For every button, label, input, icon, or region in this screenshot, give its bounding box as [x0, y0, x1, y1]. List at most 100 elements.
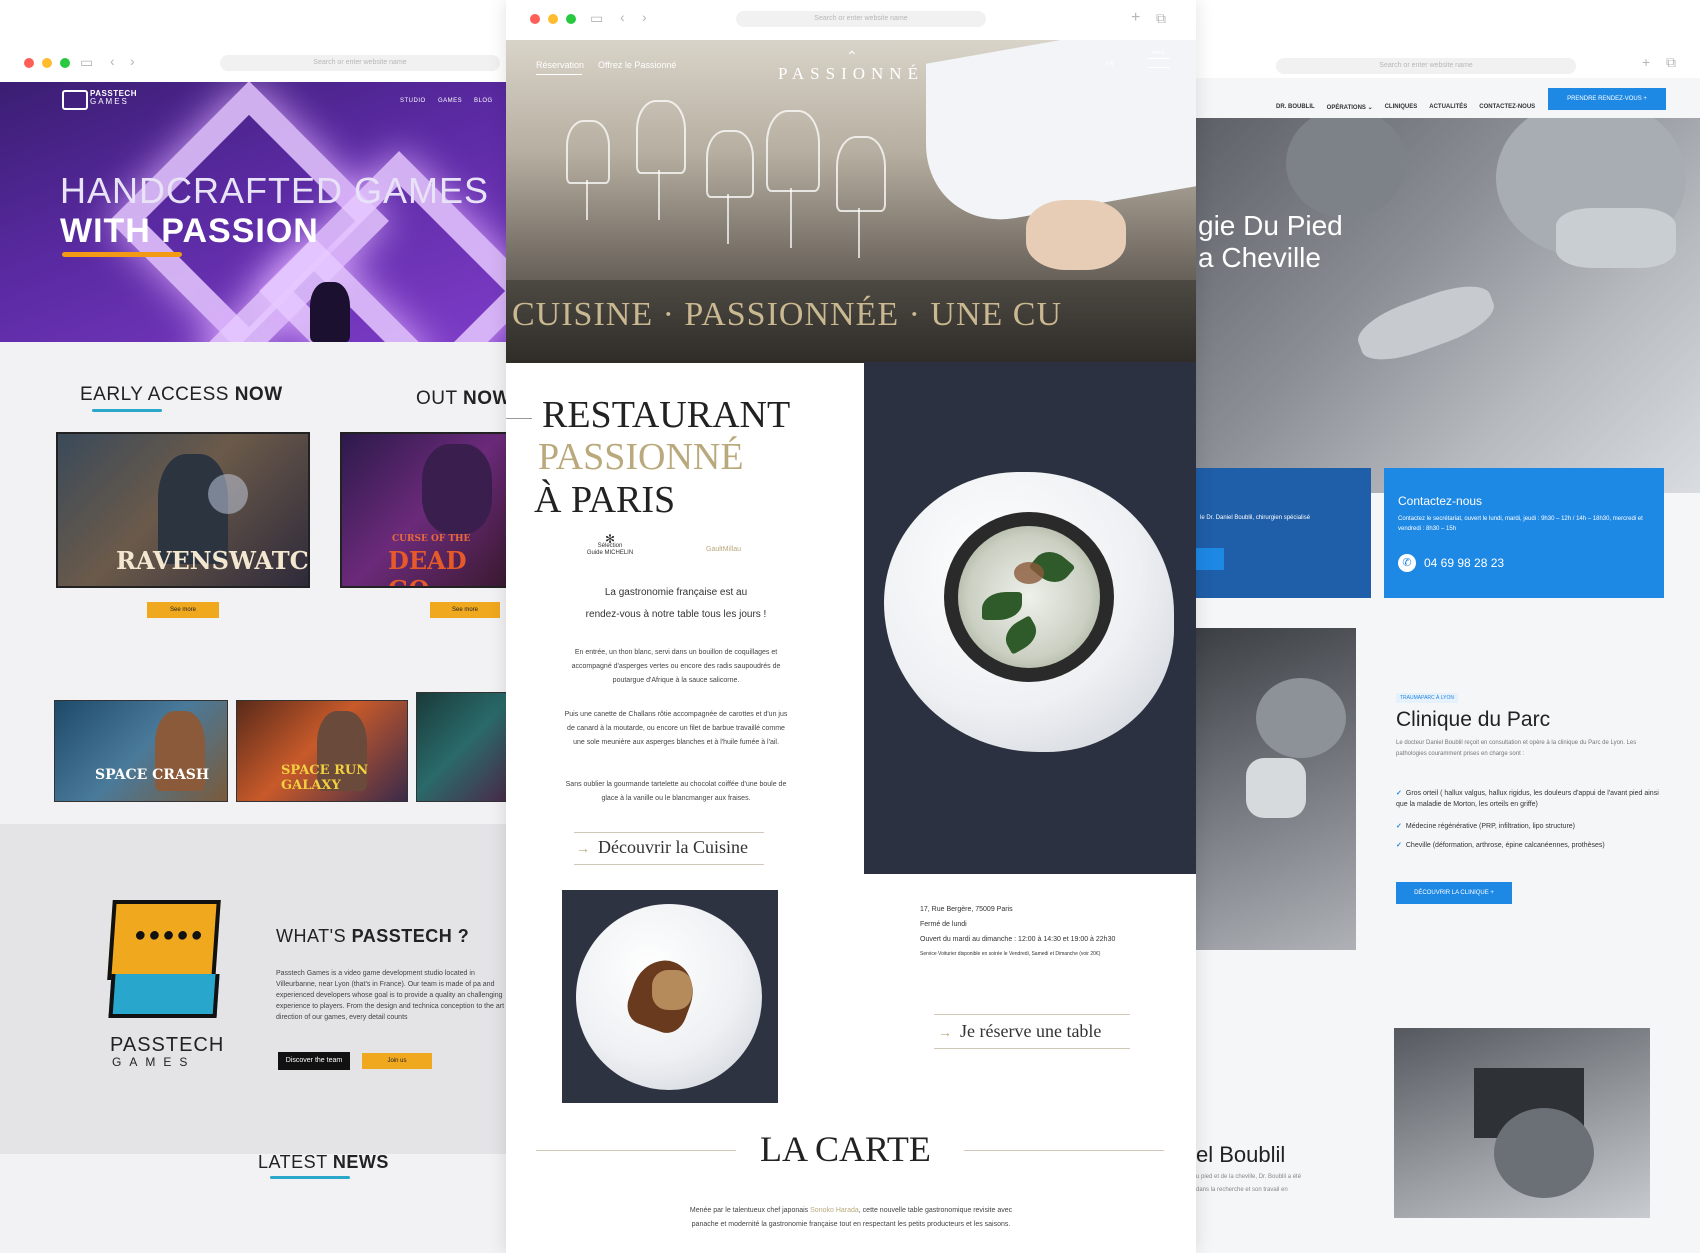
back-icon-center[interactable]: ‹: [620, 9, 625, 25]
nav-reservation[interactable]: Réservation: [536, 60, 584, 70]
maximize-window-button-center[interactable]: [566, 14, 576, 24]
hero-scrolling-text: CUISINE · PASSIONNÉE · UNE CU: [512, 296, 1063, 333]
bullet-1: ✓ Gros orteil ( hallux valgus, hallux rig…: [1396, 790, 1659, 808]
address-bar-right[interactable]: Search or enter website name: [1276, 58, 1576, 74]
nav-contact[interactable]: CONTACTEZ-NOUS: [1479, 104, 1535, 111]
nav-cliniques[interactable]: CLINIQUES: [1385, 104, 1418, 111]
contact-hours: Contactez le secrétariat, ouvert le lund…: [1398, 516, 1643, 532]
bullet-3: ✓ Cheville (déformation, arthrose, épine …: [1396, 842, 1605, 849]
hamburger-menu-icon[interactable]: [1148, 58, 1170, 68]
new-tab-icon-center[interactable]: +: [1131, 9, 1140, 27]
clinic-description: Le docteur Daniel Boublil reçoit en cons…: [1396, 740, 1637, 757]
brand-name[interactable]: PASSTECH GAMES: [90, 90, 137, 106]
language-switch[interactable]: FR: [1106, 62, 1114, 68]
title-passionne: PASSIONNÉ: [538, 436, 744, 478]
chef-name[interactable]: Sonoko Harada: [810, 1207, 859, 1214]
discover-team-button[interactable]: Discover the team: [278, 1052, 350, 1070]
title-restaurant: RESTAURANT: [542, 394, 791, 436]
hero-title-line2-right: a Cheville: [1198, 242, 1321, 273]
gault-millau-badge: GaultMillau: [706, 546, 742, 553]
discover-clinic-button[interactable]: DÉCOUVRIR LA CLINIQUE +: [1396, 882, 1512, 904]
address-bar-center[interactable]: Search or enter website name: [736, 11, 986, 27]
sidebar-icon-center[interactable]: ▭: [590, 10, 603, 27]
forward-icon[interactable]: ›: [130, 53, 135, 69]
maximize-window-button[interactable]: [60, 58, 70, 68]
title-paris: À PARIS: [534, 479, 676, 521]
doctor-title: el Boublil: [1196, 1142, 1286, 1167]
logo-blue-half: [108, 974, 220, 1018]
dish-photo-2: [562, 890, 778, 1103]
close-window-button[interactable]: [24, 58, 34, 68]
nav-studio[interactable]: STUDIO: [400, 98, 426, 104]
game-card-ravenswatch[interactable]: RAVENSWATCH: [56, 432, 310, 588]
nav-underline: [536, 74, 582, 75]
minimize-window-button-center[interactable]: [548, 14, 558, 24]
book-appointment-button[interactable]: PRENDRE RENDEZ-VOUS +: [1548, 88, 1666, 110]
new-tab-icon[interactable]: +: [1642, 54, 1650, 70]
tabs-icon[interactable]: ⧉: [1666, 54, 1676, 71]
restaurant-window: ▭ ‹ › Search or enter website name + ⧉ R…: [506, 0, 1196, 1253]
menu-label[interactable]: Menu: [1152, 50, 1165, 56]
cta-rule-bottom: [574, 864, 764, 865]
games-wordmark: GAMES: [112, 1055, 196, 1069]
passtech-window: ▭ ‹ › Search or enter website name PASST…: [0, 42, 507, 1253]
surgeon-photo: [1196, 628, 1356, 950]
carte-rule-right: [964, 1150, 1164, 1151]
discover-cuisine-link[interactable]: Découvrir la Cuisine: [598, 837, 748, 858]
dead-gods-logo: DEAD GO: [388, 546, 467, 586]
title-rule: [506, 418, 532, 419]
contact-box: Contactez-nous Contactez le secrétariat,…: [1384, 468, 1664, 598]
character-silhouette: [310, 282, 350, 342]
game-thumb-space-crash[interactable]: SPACE CRASH: [54, 700, 228, 802]
nav-actualites[interactable]: ACTUALITÉS: [1429, 104, 1467, 111]
clinic-window: Search or enter website name + ⧉ DR. BOU…: [1196, 38, 1700, 1253]
about-title: WHAT'S PASSTECH ?: [276, 926, 470, 946]
see-more-button-2[interactable]: See more: [430, 602, 500, 618]
forward-icon-center[interactable]: ›: [642, 9, 647, 25]
see-more-button[interactable]: See more: [147, 602, 219, 618]
clinic-tag: TRAUMAPARC À LYON: [1396, 693, 1458, 703]
nav-gift[interactable]: Offrez le Passionné: [598, 60, 676, 70]
nav-operations[interactable]: OPÉRATIONS ⌄: [1327, 104, 1373, 111]
intro-box-button[interactable]: [1196, 548, 1224, 570]
tabs-icon-center[interactable]: ⧉: [1156, 10, 1166, 27]
surgery-photo: [1394, 1028, 1650, 1218]
reserve-rule-bottom: [934, 1048, 1130, 1049]
dish-photo-1: [864, 362, 1196, 874]
closed-days: Fermé de lundi: [920, 921, 967, 928]
nav-blog[interactable]: BLOG: [474, 98, 493, 104]
valet-service: Service Voiturier disponible en soirée l…: [920, 951, 1101, 957]
menu-paragraph-1: En entrée, un thon blanc, servi dans un …: [571, 649, 781, 684]
passtech-logo-icon-large: ●●●●●: [107, 900, 221, 980]
michelin-badge: ✻ Sélection Guide MICHELIN: [580, 533, 640, 557]
out-now-title: OUT NOW: [416, 388, 507, 409]
intro-text: La gastronomie française est au rendez-vo…: [585, 587, 767, 620]
sidebar-icon[interactable]: ▭: [80, 54, 93, 71]
close-window-button-center[interactable]: [530, 14, 540, 24]
book-table-link[interactable]: Je réserve une table: [960, 1021, 1101, 1042]
restaurant-logo[interactable]: PASSIONNÉ: [706, 64, 996, 84]
phone-number[interactable]: 04 69 98 28 23: [1424, 556, 1504, 570]
phone-icon: ✆: [1398, 554, 1416, 572]
passtech-logo-icon[interactable]: [62, 90, 88, 110]
game-thumb-space-run[interactable]: SPACE RUN GALAXY: [236, 700, 408, 802]
game-card-curse-of-the-dead-gods[interactable]: CURSE OF THE DEAD GO: [340, 432, 507, 588]
nav-games[interactable]: GAMES: [438, 98, 462, 104]
game-thumb-3[interactable]: [416, 692, 507, 802]
reserve-rule-top: [934, 1014, 1130, 1015]
early-access-title: EARLY ACCESS NOW: [80, 384, 283, 405]
la-carte-title: LA CARTE: [760, 1129, 931, 1169]
address-bar[interactable]: Search or enter website name: [220, 55, 500, 71]
back-icon[interactable]: ‹: [110, 53, 115, 69]
clinic-title: Clinique du Parc: [1396, 708, 1551, 731]
doctor-text-2: dans la recherche et son travail en: [1196, 1187, 1288, 1193]
clinic-hero: [1196, 118, 1700, 493]
opening-hours: Ouvert du mardi au dimanche : 12:00 à 14…: [920, 936, 1116, 943]
doctor-text-1: u pied et de la cheville, Dr. Boublil a …: [1196, 1174, 1302, 1180]
bullet-2: ✓ Médecine régénérative (PRP, infiltratio…: [1396, 823, 1575, 830]
nav-dr-boublil[interactable]: DR. BOUBLIL: [1276, 104, 1315, 111]
carte-rule-left: [536, 1150, 736, 1151]
join-us-button[interactable]: Join us: [362, 1053, 432, 1069]
address: 17, Rue Bergère, 75009 Paris: [920, 906, 1013, 913]
minimize-window-button[interactable]: [42, 58, 52, 68]
